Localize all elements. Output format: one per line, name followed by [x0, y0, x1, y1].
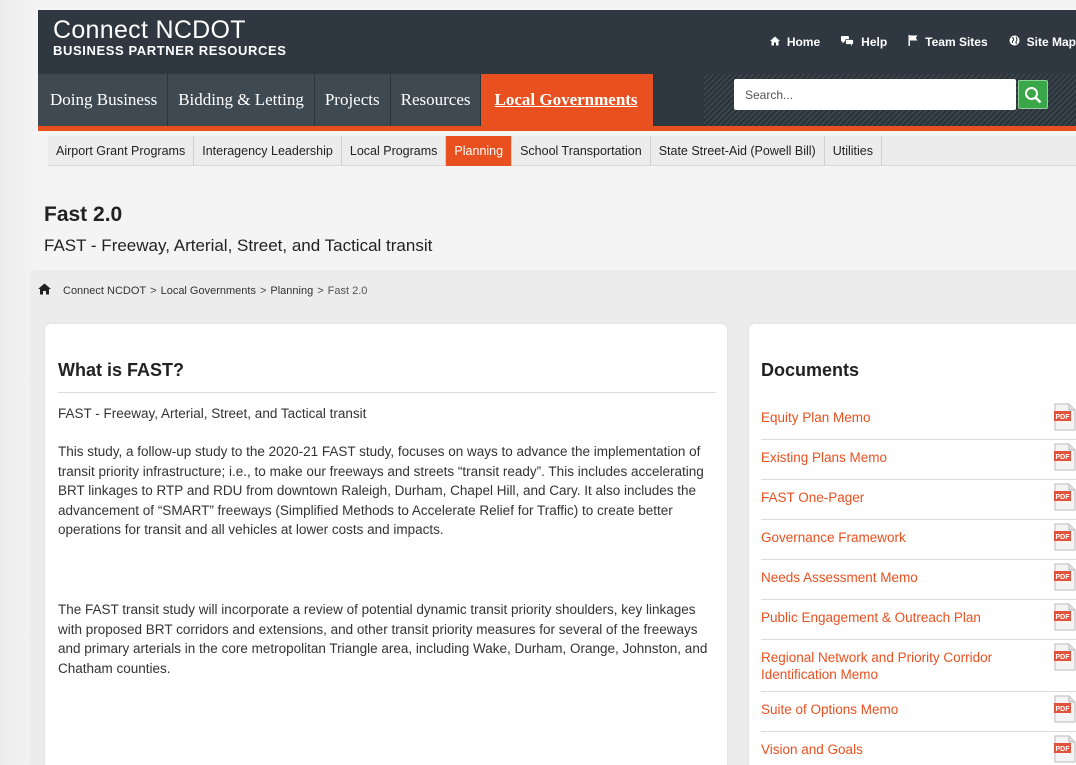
document-link[interactable]: Regional Network and Priority Corridor I…	[761, 649, 1031, 683]
page-subtitle: FAST - Freeway, Arterial, Street, and Ta…	[44, 236, 433, 255]
documents-list: Equity Plan Memo PDF Existing Plans Memo PD…	[761, 400, 1076, 765]
sub-nav: Airport Grant Programs Interagency Leade…	[48, 136, 1076, 166]
pdf-icon-label: PDF	[1056, 654, 1071, 661]
nav-projects[interactable]: Projects	[314, 74, 391, 126]
pdf-icon[interactable]: PDF	[1054, 643, 1076, 671]
pdf-icon-label: PDF	[1056, 454, 1071, 461]
study-paragraph-2: The FAST transit study will incorporate …	[58, 602, 708, 676]
pdf-icon-label: PDF	[1056, 534, 1071, 541]
pdf-icon[interactable]: PDF	[1054, 483, 1076, 511]
breadcrumb-separator: >	[317, 284, 324, 297]
nav-resources[interactable]: Resources	[390, 74, 482, 126]
what-is-fast-heading: What is FAST?	[58, 360, 184, 380]
pdf-icon-label: PDF	[1056, 746, 1071, 753]
document-item: Existing Plans Memo PDF	[761, 440, 1076, 480]
document-item: Needs Assessment Memo PDF	[761, 560, 1076, 600]
pdf-icon[interactable]: PDF	[1054, 735, 1076, 763]
search-button[interactable]	[1018, 80, 1048, 109]
document-item: Vision and Goals PDF	[761, 732, 1076, 765]
pdf-icon-label: PDF	[1056, 706, 1071, 713]
breadcrumb-local-governments[interactable]: Local Governments	[161, 285, 256, 297]
brand-subtitle: BUSINESS PARTNER RESOURCES	[53, 43, 287, 58]
nav-accent-line	[38, 126, 1076, 131]
pdf-icon[interactable]: PDF	[1054, 563, 1076, 591]
subnav-utilities[interactable]: Utilities	[825, 136, 882, 166]
subnav-local-programs[interactable]: Local Programs	[342, 136, 447, 166]
document-link[interactable]: Suite of Options Memo	[761, 701, 1031, 718]
document-item: Governance Framework PDF	[761, 520, 1076, 560]
document-link[interactable]: Public Engagement & Outreach Plan	[761, 609, 1031, 626]
document-item: Regional Network and Priority Corridor I…	[761, 640, 1076, 692]
document-link[interactable]: Governance Framework	[761, 529, 1031, 546]
pdf-icon-label: PDF	[1056, 614, 1071, 621]
subnav-state-street-aid[interactable]: State Street-Aid (Powell Bill)	[651, 136, 825, 166]
help-link[interactable]: Help	[841, 35, 887, 49]
team-sites-link[interactable]: Team Sites	[908, 35, 988, 49]
breadcrumb: Connect NCDOT > Local Governments > Plan…	[38, 283, 367, 298]
help-link-label: Help	[861, 35, 888, 49]
flag-icon	[908, 35, 918, 49]
main-nav: Doing Business Bidding & Letting Project…	[38, 74, 654, 126]
home-icon	[769, 36, 780, 49]
documents-heading: Documents	[761, 360, 860, 380]
document-link[interactable]: Vision and Goals	[761, 741, 1031, 758]
breadcrumb-current: Fast 2.0	[327, 284, 368, 297]
study-paragraph-1: This study, a follow-up study to the 202…	[58, 444, 704, 538]
document-link[interactable]: Equity Plan Memo	[761, 409, 1031, 426]
nav-doing-business[interactable]: Doing Business	[38, 74, 169, 126]
pdf-icon[interactable]: PDF	[1054, 695, 1076, 723]
chat-bubbles-icon	[841, 35, 855, 49]
document-link[interactable]: Existing Plans Memo	[761, 449, 1031, 466]
breadcrumb-separator: >	[259, 284, 267, 297]
pdf-icon[interactable]: PDF	[1054, 523, 1076, 551]
pdf-icon-label: PDF	[1056, 574, 1071, 581]
page-title: Fast 2.0	[44, 203, 123, 226]
site-header: Connect NCDOT BUSINESS PARTNER RESOURCES…	[38, 10, 1076, 131]
what-is-fast-card: What is FAST? FAST - Freeway, Arterial, …	[45, 324, 727, 765]
intro-text: FAST - Freeway, Arterial, Street, and Ta…	[58, 406, 367, 421]
team-sites-link-label: Team Sites	[925, 35, 988, 49]
heading-divider	[58, 392, 716, 393]
subnav-interagency-leadership[interactable]: Interagency Leadership	[194, 136, 342, 166]
site-logo[interactable]: Connect NCDOT BUSINESS PARTNER RESOURCES	[53, 18, 287, 59]
document-item: FAST One-Pager PDF	[761, 480, 1076, 520]
document-item: Suite of Options Memo PDF	[761, 692, 1076, 732]
globe-icon	[1009, 35, 1020, 49]
breadcrumb-planning[interactable]: Planning	[270, 285, 313, 297]
pdf-icon[interactable]: PDF	[1054, 403, 1076, 431]
site-map-link[interactable]: Site Map	[1009, 35, 1076, 49]
subnav-planning[interactable]: Planning	[446, 136, 513, 166]
pdf-icon[interactable]: PDF	[1054, 443, 1076, 471]
pdf-icon[interactable]: PDF	[1054, 603, 1076, 631]
nav-local-governments[interactable]: Local Governments	[481, 74, 654, 126]
search-icon	[1025, 86, 1042, 103]
pdf-icon-label: PDF	[1056, 414, 1071, 421]
search-input[interactable]	[734, 79, 1016, 110]
subnav-school-transportation[interactable]: School Transportation	[512, 136, 651, 166]
breadcrumb-home-icon[interactable]	[38, 283, 51, 298]
breadcrumb-connect-ncdot[interactable]: Connect NCDOT	[63, 285, 146, 297]
subnav-airport-grant-programs[interactable]: Airport Grant Programs	[48, 136, 195, 166]
site-map-link-label: Site Map	[1026, 35, 1076, 49]
document-link[interactable]: Needs Assessment Memo	[761, 569, 1031, 586]
nav-bidding-letting[interactable]: Bidding & Letting	[168, 74, 315, 126]
document-item: Public Engagement & Outreach Plan PDF	[761, 600, 1076, 640]
documents-card: Documents Equity Plan Memo PDF Existing Pl…	[749, 324, 1076, 765]
search-box	[734, 79, 1016, 110]
utility-links: Home Help Team Sites Site Map	[749, 35, 1076, 49]
pdf-icon-label: PDF	[1056, 494, 1071, 501]
document-item: Equity Plan Memo PDF	[761, 400, 1076, 440]
document-link[interactable]: FAST One-Pager	[761, 489, 1031, 506]
home-link-label: Home	[786, 35, 821, 49]
brand-title: Connect NCDOT	[53, 16, 246, 44]
home-link[interactable]: Home	[769, 35, 821, 49]
breadcrumb-separator: >	[150, 284, 157, 297]
